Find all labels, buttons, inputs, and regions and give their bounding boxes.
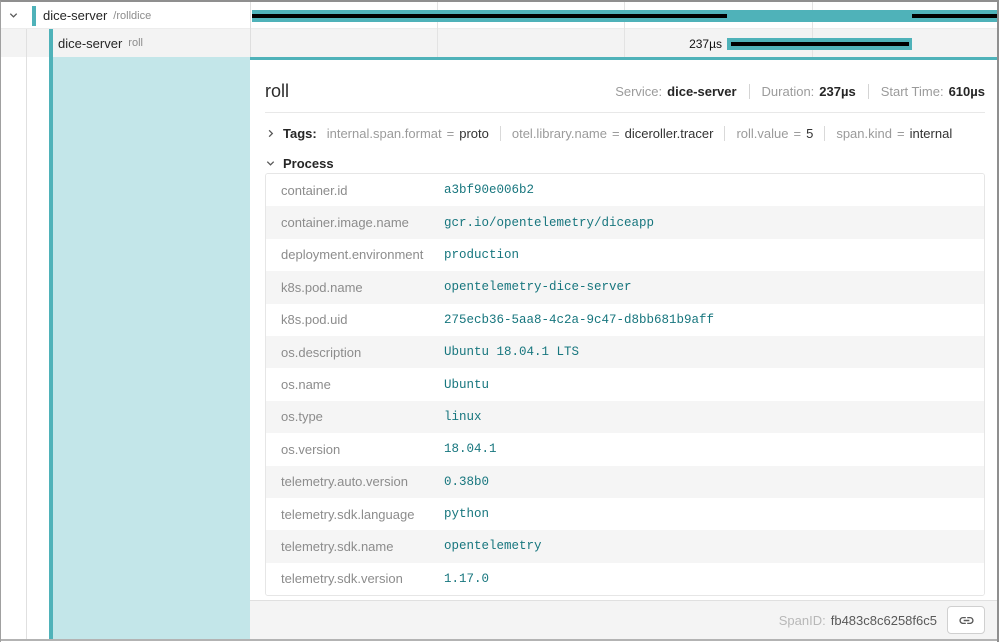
table-value: Ubuntu: [444, 378, 489, 392]
table-value: gcr.io/opentelemetry/diceapp: [444, 216, 654, 230]
process-heading: Process: [283, 156, 334, 171]
span-meta: Service: dice-server Duration: 237µs Sta…: [615, 84, 985, 99]
table-key: k8s.pod.uid: [266, 312, 444, 327]
span-bar-rolldice-overlay: [912, 14, 997, 18]
tree-row-roll-label[interactable]: dice-server roll: [58, 29, 143, 57]
table-value: opentelemetry: [444, 539, 542, 553]
span-meta-item: Start Time: 610µs: [868, 84, 985, 99]
selected-span-highlight-column[interactable]: [53, 57, 250, 639]
tags-summary-list: internal.span.format = proto otel.librar…: [327, 126, 953, 141]
table-row: os.version 18.04.1: [266, 433, 984, 465]
table-key: k8s.pod.name: [266, 280, 444, 295]
table-key: os.name: [266, 377, 444, 392]
process-key-value-table: container.id a3bf90e006b2 container.imag…: [265, 173, 985, 596]
table-row: k8s.pod.uid 275ecb36-5aa8-4c2a-9c47-d8bb…: [266, 304, 984, 336]
tag-value: 5: [806, 126, 813, 141]
tag-key: internal.span.format: [327, 126, 442, 141]
service-name: dice-server: [43, 8, 107, 23]
table-value: linux: [444, 410, 482, 424]
meta-value: dice-server: [667, 84, 736, 99]
process-accordian-toggle[interactable]: Process: [265, 153, 985, 173]
tag-value: internal: [910, 126, 953, 141]
table-key: container.image.name: [266, 215, 444, 230]
table-row: container.id a3bf90e006b2: [266, 174, 984, 206]
table-value: 1.17.0: [444, 572, 489, 586]
selected-span-color-bar: [49, 29, 53, 639]
tag-key: span.kind: [836, 126, 892, 141]
span-meta-item: Duration: 237µs: [749, 84, 856, 99]
chevron-down-icon[interactable]: [8, 10, 19, 21]
tag-key: otel.library.name: [512, 126, 607, 141]
span-title: roll: [265, 80, 289, 102]
table-key: telemetry.sdk.language: [266, 507, 444, 522]
table-row: os.description Ubuntu 18.04.1 LTS: [266, 336, 984, 368]
spanid-value: fb483c8c6258f6c5: [831, 613, 937, 628]
table-row: telemetry.sdk.version 1.17.0: [266, 563, 984, 595]
meta-label: Service:: [615, 84, 662, 99]
meta-value: 610µs: [949, 84, 985, 99]
tags-heading: Tags:: [283, 126, 317, 141]
chevron-down-icon: [265, 158, 276, 169]
tag-value: proto: [459, 126, 489, 141]
table-value: 275ecb36-5aa8-4c2a-9c47-d8bb681b9aff: [444, 313, 714, 327]
tree-row-rolldice-label[interactable]: dice-server /rolldice: [8, 2, 151, 29]
service-color-chip: [32, 6, 36, 26]
table-key: os.version: [266, 442, 444, 457]
tag-equals: =: [447, 126, 455, 141]
span-meta-item: Service: dice-server: [615, 84, 736, 99]
span-bar-roll-overlay: [731, 42, 909, 46]
table-value: production: [444, 248, 519, 262]
table-row: os.type linux: [266, 401, 984, 433]
table-value: opentelemetry-dice-server: [444, 280, 632, 294]
table-key: container.id: [266, 183, 444, 198]
span-detail-footer: SpanID: fb483c8c6258f6c5: [250, 600, 998, 639]
table-row: os.name Ubuntu: [266, 368, 984, 400]
tag-equals: =: [794, 126, 802, 141]
tags-accordian-toggle[interactable]: Tags: internal.span.format = proto otel.…: [265, 121, 985, 145]
table-row: container.image.name gcr.io/opentelemetr…: [266, 206, 984, 238]
table-value: python: [444, 507, 489, 521]
deep-link-button[interactable]: [947, 606, 985, 634]
table-row: telemetry.sdk.name opentelemetry: [266, 530, 984, 562]
tag-item: internal.span.format = proto: [327, 126, 489, 141]
table-row: telemetry.sdk.language python: [266, 498, 984, 530]
tree-indent-guide: [26, 29, 27, 639]
tag-equals: =: [612, 126, 620, 141]
name-column-divider[interactable]: [250, 2, 251, 57]
spanid-label: SpanID:: [779, 613, 826, 628]
table-key: telemetry.sdk.name: [266, 539, 444, 554]
service-name: dice-server: [58, 36, 122, 51]
table-value: a3bf90e006b2: [444, 183, 534, 197]
tag-equals: =: [897, 126, 905, 141]
span-detail-card: roll Service: dice-server Duration: 237µ…: [250, 57, 998, 639]
table-row: k8s.pod.name opentelemetry-dice-server: [266, 271, 984, 303]
table-key: telemetry.auto.version: [266, 474, 444, 489]
link-icon: [958, 612, 975, 629]
table-key: os.description: [266, 345, 444, 360]
table-value: Ubuntu 18.04.1 LTS: [444, 345, 579, 359]
tag-item: roll.value = 5: [724, 126, 813, 141]
tag-item: otel.library.name = diceroller.tracer: [500, 126, 714, 141]
operation-name: roll: [128, 37, 143, 49]
tag-item: span.kind = internal: [824, 126, 952, 141]
table-key: deployment.environment: [266, 247, 444, 262]
table-value: 0.38b0: [444, 475, 489, 489]
tag-value: diceroller.tracer: [625, 126, 714, 141]
operation-name: /rolldice: [113, 10, 151, 22]
meta-value: 237µs: [819, 84, 855, 99]
tag-key: roll.value: [736, 126, 788, 141]
meta-label: Start Time:: [881, 84, 944, 99]
span-duration-label: 237µs: [600, 37, 722, 51]
chevron-right-icon: [265, 128, 276, 139]
table-row: deployment.environment production: [266, 239, 984, 271]
meta-label: Duration:: [762, 84, 815, 99]
table-row: telemetry.auto.version 0.38b0: [266, 466, 984, 498]
window-bottom-edge: [0, 639, 999, 641]
table-key: telemetry.sdk.version: [266, 571, 444, 586]
span-bar-rolldice-overlay: [252, 14, 727, 18]
span-detail-header: roll Service: dice-server Duration: 237µ…: [265, 60, 985, 113]
table-value: 18.04.1: [444, 442, 497, 456]
table-key: os.type: [266, 409, 444, 424]
